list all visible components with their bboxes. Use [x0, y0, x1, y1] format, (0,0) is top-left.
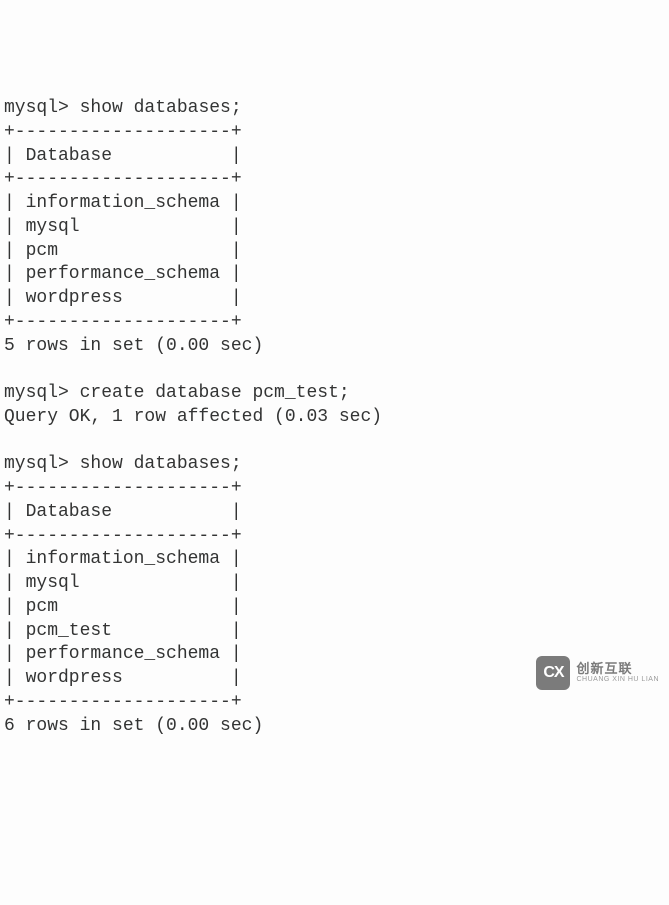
table-border: +--------------------+: [4, 692, 242, 712]
table-border: +--------------------+: [4, 169, 242, 189]
result-text: 6 rows in set (0.00 sec): [4, 716, 263, 736]
table-row: | information_schema |: [4, 549, 242, 569]
table-row: | mysql |: [4, 217, 242, 237]
logo-cn-text: 创新互联: [576, 662, 659, 676]
logo-text: 创新互联 CHUANG XIN HU LIAN: [576, 662, 659, 684]
table-header: | Database |: [4, 146, 242, 166]
prompt: mysql>: [4, 383, 69, 403]
prompt: mysql>: [4, 454, 69, 474]
table-border: +--------------------+: [4, 478, 242, 498]
table-row: | pcm_test |: [4, 621, 242, 641]
prompt: mysql>: [4, 98, 69, 118]
table-row: | information_schema |: [4, 193, 242, 213]
table-row: | performance_schema |: [4, 644, 242, 664]
result-text: 5 rows in set (0.00 sec): [4, 336, 263, 356]
table-row: | wordpress |: [4, 668, 242, 688]
table-row: | pcm |: [4, 241, 242, 261]
command: show databases;: [80, 98, 242, 118]
logo-icon: CX: [536, 656, 570, 690]
table-header: | Database |: [4, 502, 242, 522]
table-border: +--------------------+: [4, 526, 242, 546]
table-border: +--------------------+: [4, 312, 242, 332]
logo-letters: CX: [543, 662, 563, 683]
table-row: | wordpress |: [4, 288, 242, 308]
logo-en-text: CHUANG XIN HU LIAN: [576, 676, 659, 684]
table-row: | pcm |: [4, 597, 242, 617]
table-border: +--------------------+: [4, 122, 242, 142]
table-row: | performance_schema |: [4, 264, 242, 284]
command: show databases;: [80, 454, 242, 474]
result-text: Query OK, 1 row affected (0.03 sec): [4, 407, 382, 427]
terminal-output: mysql> show databases; +----------------…: [4, 97, 665, 738]
watermark: CX 创新互联 CHUANG XIN HU LIAN: [536, 656, 659, 690]
command: create database pcm_test;: [80, 383, 350, 403]
table-row: | mysql |: [4, 573, 242, 593]
